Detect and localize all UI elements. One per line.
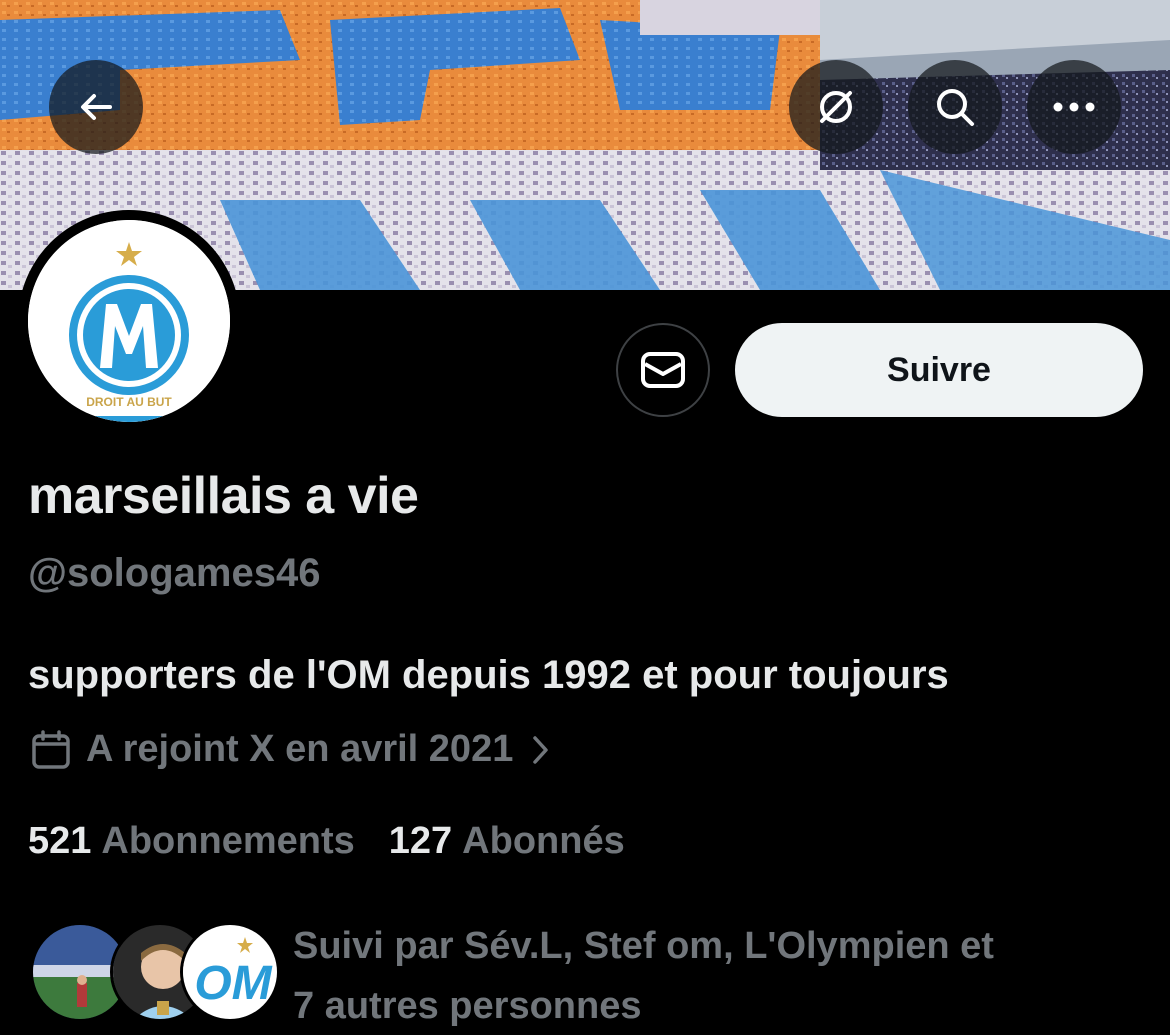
back-button[interactable] [49, 60, 143, 154]
handle: @sologames46 [28, 551, 321, 595]
followers-count: 127 [388, 820, 453, 862]
followed-by-line-2: 7 autres personnes [293, 985, 642, 1027]
followed-by-avatars[interactable]: OM [30, 922, 280, 1026]
follower-avatar-3: OM [180, 922, 280, 1022]
chevron-right-icon [531, 733, 551, 767]
bio: supporters de l'OM depuis 1992 et pour t… [28, 653, 949, 697]
followed-by-text[interactable]: Suivi par Sév.L, Stef om, L'Olympien et … [293, 916, 1153, 1035]
following-label: Abonnements [101, 820, 355, 862]
follow-stats: 521 Abonnements 127 Abonnés [28, 820, 625, 863]
om-logo: DROIT AU BUT [28, 220, 230, 422]
circle-slash-icon [820, 91, 852, 123]
search-icon [937, 89, 974, 126]
arrow-left-icon [81, 94, 112, 120]
following-link[interactable]: 521 Abonnements [28, 820, 355, 863]
followers-label: Abonnés [462, 820, 625, 862]
joined-date-row[interactable]: A rejoint X en avril 2021 [30, 728, 551, 771]
more-horizontal-icon [1053, 102, 1095, 112]
followed-by-line-1: Suivi par Sév.L, Stef om, L'Olympien et [293, 925, 994, 967]
svg-text:OM: OM [194, 957, 272, 1010]
followers-link[interactable]: 127 Abonnés [389, 820, 625, 863]
calendar-icon [30, 729, 72, 771]
message-button[interactable] [616, 323, 710, 417]
follow-button[interactable]: Suivre [735, 323, 1143, 417]
joined-text: A rejoint X en avril 2021 [86, 728, 514, 770]
profile-avatar[interactable]: DROIT AU BUT [18, 210, 240, 432]
following-count: 521 [28, 820, 92, 862]
envelope-icon [641, 352, 685, 388]
grok-button[interactable] [789, 60, 883, 154]
display-name: marseillais a vie [28, 467, 419, 525]
svg-text:DROIT AU BUT: DROIT AU BUT [86, 395, 172, 409]
more-button[interactable] [1027, 60, 1121, 154]
search-button[interactable] [908, 60, 1002, 154]
